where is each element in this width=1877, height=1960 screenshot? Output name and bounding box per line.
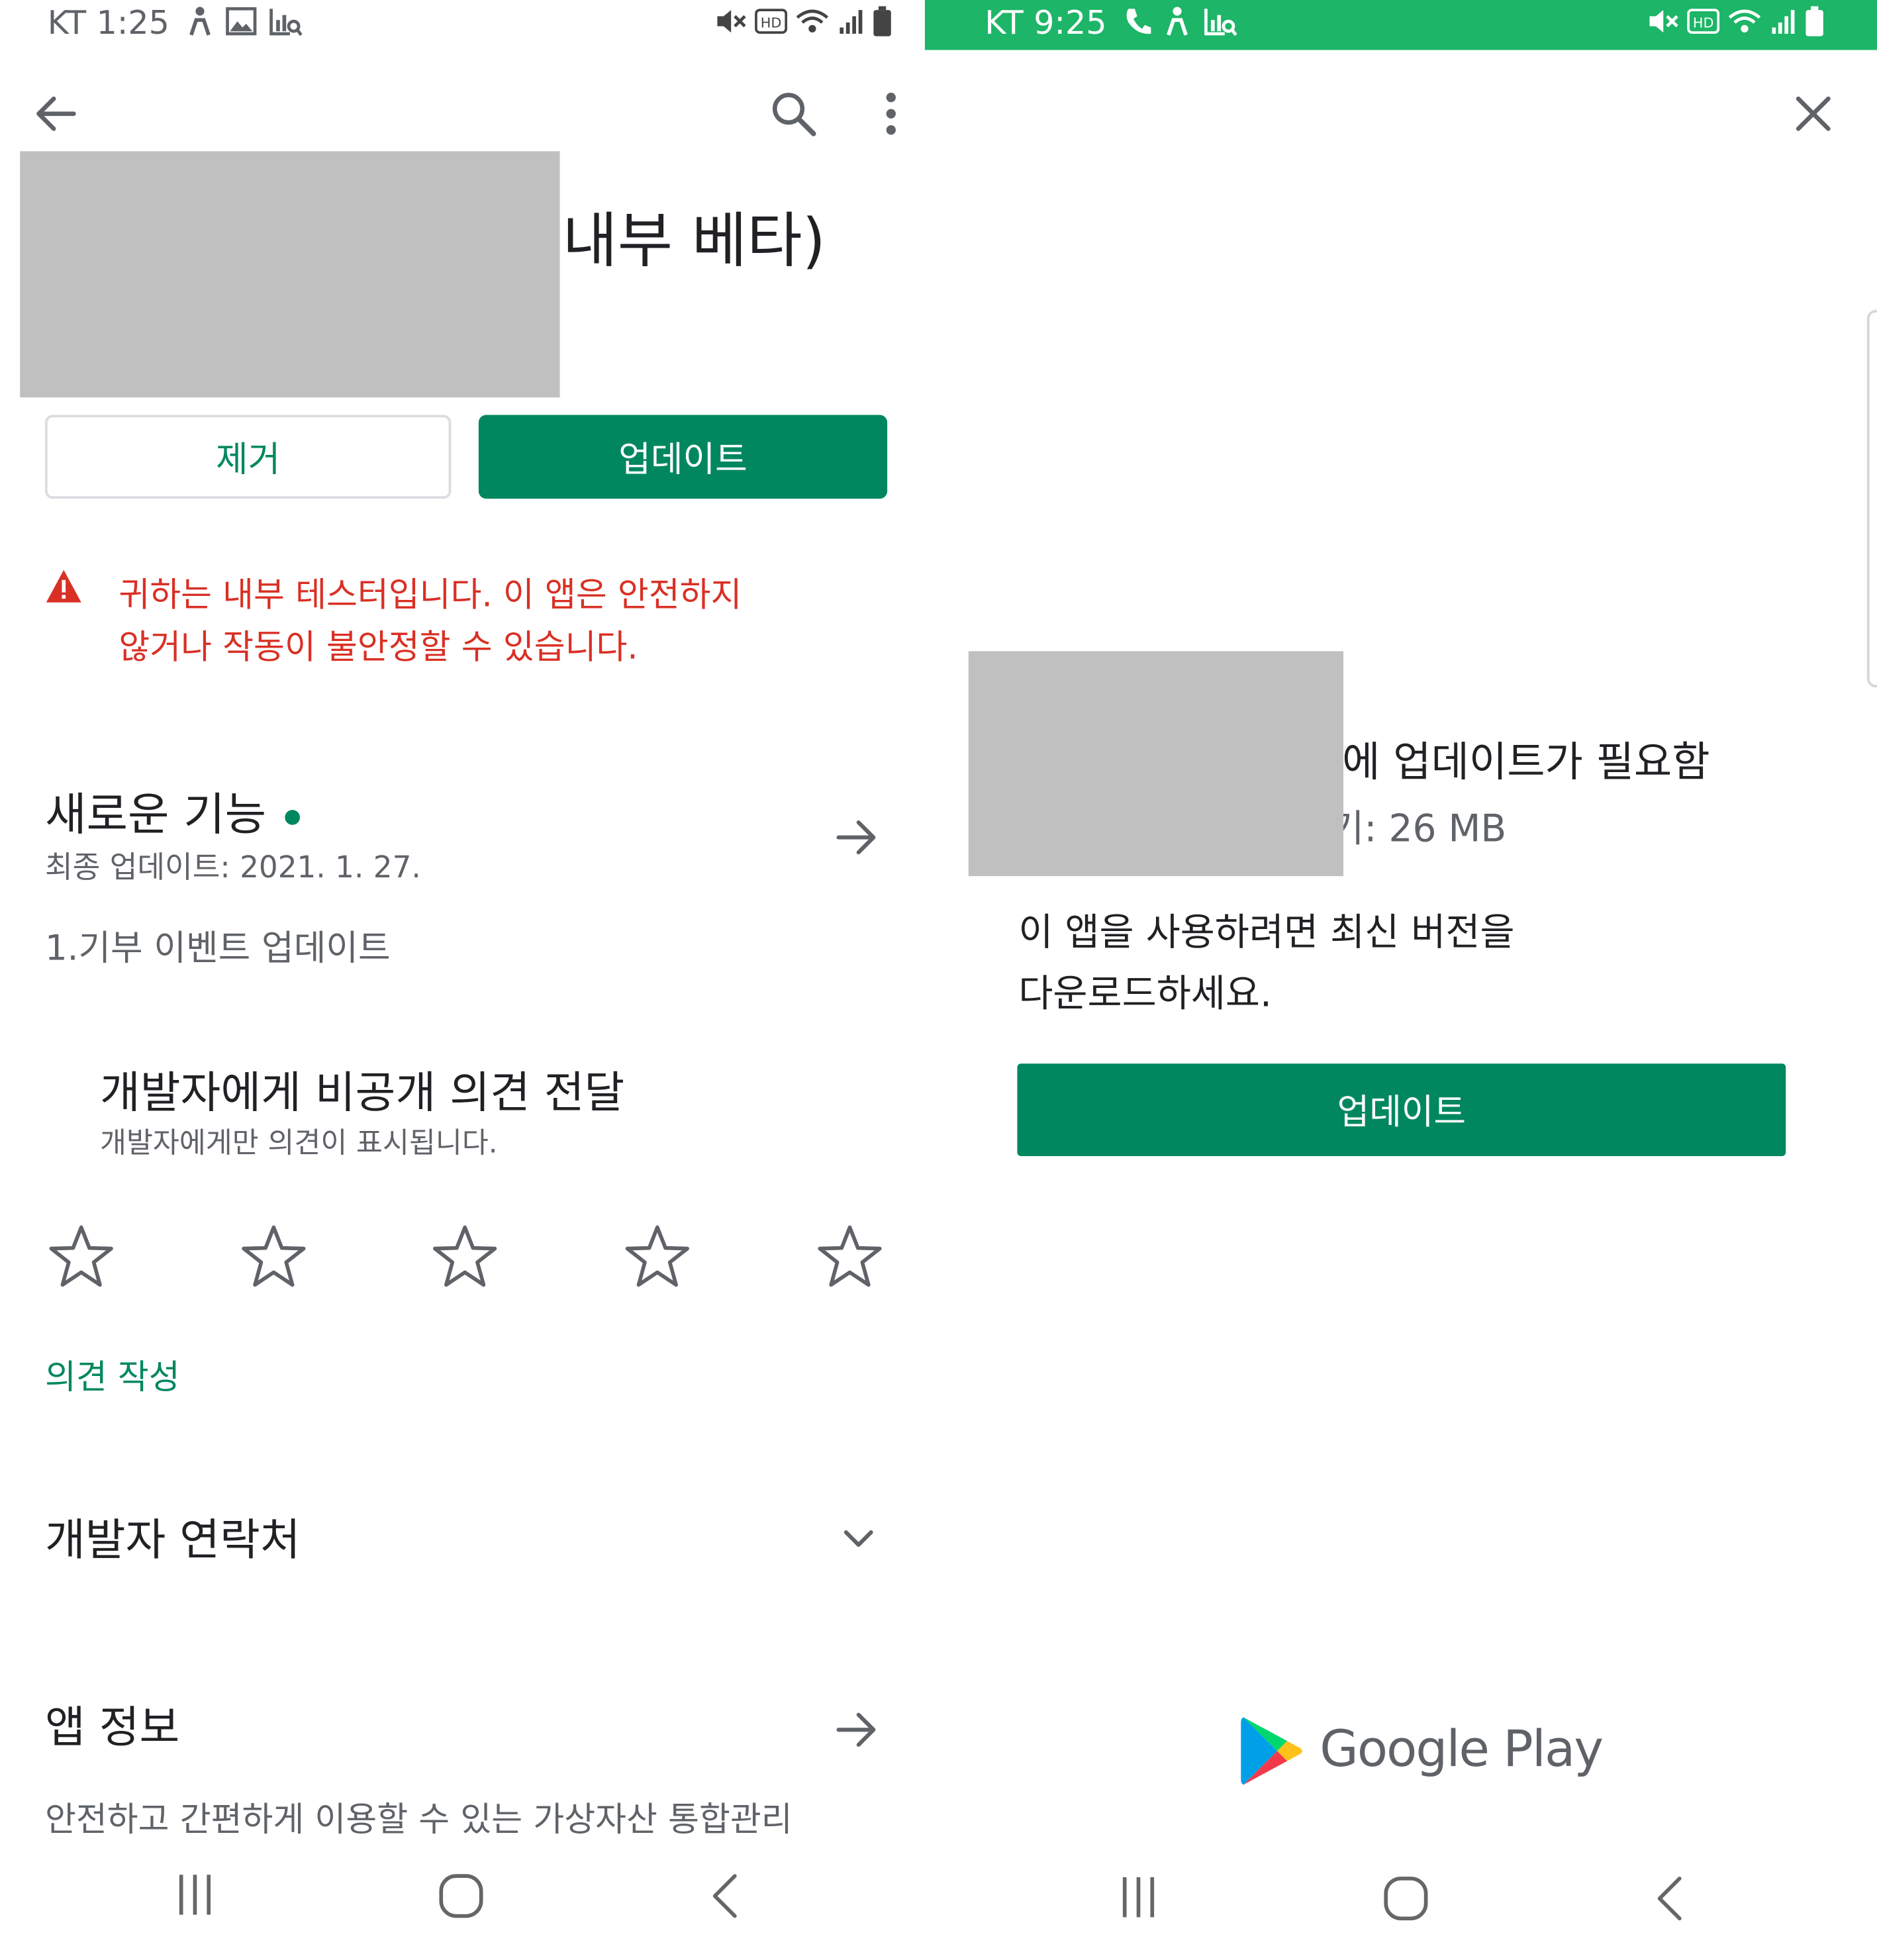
left-screen: KT 1:25 HD 내부 베타) 제거 업데이트 귀하는 내부 테스터입니다.… — [0, 0, 925, 1960]
status-notification-icons — [1122, 5, 1237, 38]
back-arrow-icon[interactable] — [32, 93, 77, 135]
signal-icon — [1772, 10, 1795, 34]
hd-voice-icon: HD — [1687, 9, 1720, 34]
recent-apps-icon[interactable] — [175, 1872, 215, 1917]
analytics-search-icon — [1204, 9, 1237, 36]
home-icon[interactable] — [1382, 1875, 1430, 1922]
rating-star-4[interactable] — [622, 1222, 693, 1293]
close-icon[interactable] — [1794, 95, 1832, 132]
system-nav-bar — [925, 1857, 1877, 1945]
warning-line-2: 않거나 작동이 불안정할 수 있습니다. — [119, 628, 638, 667]
wifi-icon — [796, 9, 829, 33]
mute-icon — [717, 10, 746, 33]
status-carrier-time: KT 9:25 — [985, 5, 1107, 43]
last-updated-date: 최종 업데이트: 2021. 1. 27. — [44, 850, 421, 885]
back-nav-icon[interactable] — [707, 1872, 742, 1920]
warning-triangle-icon — [46, 569, 81, 603]
app-info-title[interactable]: 앱 정보 — [45, 1700, 179, 1757]
rating-star-1[interactable] — [46, 1222, 117, 1293]
status-bar: KT 9:25 HD — [924, 0, 1877, 50]
update-button[interactable]: 업데이트 — [478, 415, 888, 499]
app-title: 내부 베타) — [562, 206, 826, 277]
status-system-icons: HD — [715, 5, 892, 38]
google-play-wordmark: Google Play — [1320, 1721, 1604, 1779]
accessibility-icon — [1167, 7, 1188, 36]
update-button[interactable]: 업데이트 — [1017, 1063, 1786, 1156]
write-feedback-link[interactable]: 의견 작성 — [45, 1356, 180, 1401]
rating-star-5[interactable] — [815, 1222, 885, 1293]
update-message-line-1: 이 앱을 사용하려면 최신 버전을 — [1018, 910, 1515, 956]
back-nav-icon[interactable] — [1652, 1875, 1687, 1922]
search-icon[interactable] — [770, 90, 818, 138]
private-feedback-subtitle: 개발자에게만 의견이 표시됩니다. — [100, 1127, 498, 1160]
chevron-down-icon[interactable] — [842, 1528, 875, 1550]
right-screen: KT 9:25 HD 에 업데이트가 필요함 기: 26 MB 이 앱을 사용하… — [924, 0, 1877, 1960]
battery-icon — [873, 6, 891, 36]
phone-icon — [1126, 9, 1151, 34]
whats-new-title[interactable]: 새로운 기능 — [45, 787, 266, 845]
warning-line-1: 귀하는 내부 테스터입니다. 이 앱은 안전하지 — [119, 576, 742, 615]
download-size-text: 기: 26 MB — [1329, 807, 1507, 852]
hd-voice-icon: HD — [755, 9, 788, 34]
wifi-icon — [1728, 9, 1761, 33]
recent-apps-icon[interactable] — [1118, 1875, 1158, 1920]
internal-tester-warning: 귀하는 내부 테스터입니다. 이 앱은 안전하지 않거나 작동이 불안정할 수 … — [119, 570, 742, 675]
edge-panel-handle[interactable] — [1866, 310, 1877, 688]
update-message-line-2: 다운로드하세요. — [1018, 972, 1273, 1016]
image-icon — [226, 7, 257, 36]
system-nav-bar — [0, 1855, 925, 1942]
more-vert-icon[interactable] — [880, 90, 902, 140]
google-play-logo-icon — [1241, 1717, 1302, 1785]
whats-new-body: 1.기부 이벤트 업데이트 — [44, 927, 391, 969]
redacted-app-header — [20, 151, 560, 398]
new-indicator-dot — [285, 810, 300, 825]
svg-text:HD: HD — [1693, 15, 1714, 31]
arrow-right-icon[interactable] — [835, 817, 880, 857]
update-message: 이 앱을 사용하려면 최신 버전을 다운로드하세요. — [1018, 903, 1514, 1025]
status-bar: KT 1:25 HD — [0, 0, 925, 50]
battery-icon — [1805, 6, 1823, 36]
status-notification-icons — [185, 5, 303, 38]
private-feedback-title: 개발자에게 비공개 의견 전달 — [100, 1068, 625, 1119]
signal-icon — [840, 10, 863, 34]
accessibility-icon — [189, 7, 211, 36]
uninstall-button[interactable]: 제거 — [44, 415, 452, 499]
rating-star-2[interactable] — [239, 1222, 309, 1293]
home-icon[interactable] — [438, 1872, 485, 1920]
redacted-app-header — [968, 651, 1344, 877]
svg-text:HD: HD — [761, 15, 782, 31]
status-system-icons: HD — [1647, 5, 1825, 38]
status-carrier-time: KT 1:25 — [47, 5, 169, 43]
app-info-body: 안전하고 간편하게 이용할 수 있는 가상자산 통합관리 — [44, 1800, 793, 1840]
developer-contact-title[interactable]: 개발자 연락처 — [45, 1512, 301, 1570]
rating-star-3[interactable] — [430, 1222, 500, 1293]
update-required-title: 에 업데이트가 필요함 — [1342, 737, 1710, 787]
analytics-search-icon — [269, 9, 303, 36]
mute-icon — [1649, 10, 1678, 33]
arrow-right-icon[interactable] — [835, 1710, 880, 1749]
